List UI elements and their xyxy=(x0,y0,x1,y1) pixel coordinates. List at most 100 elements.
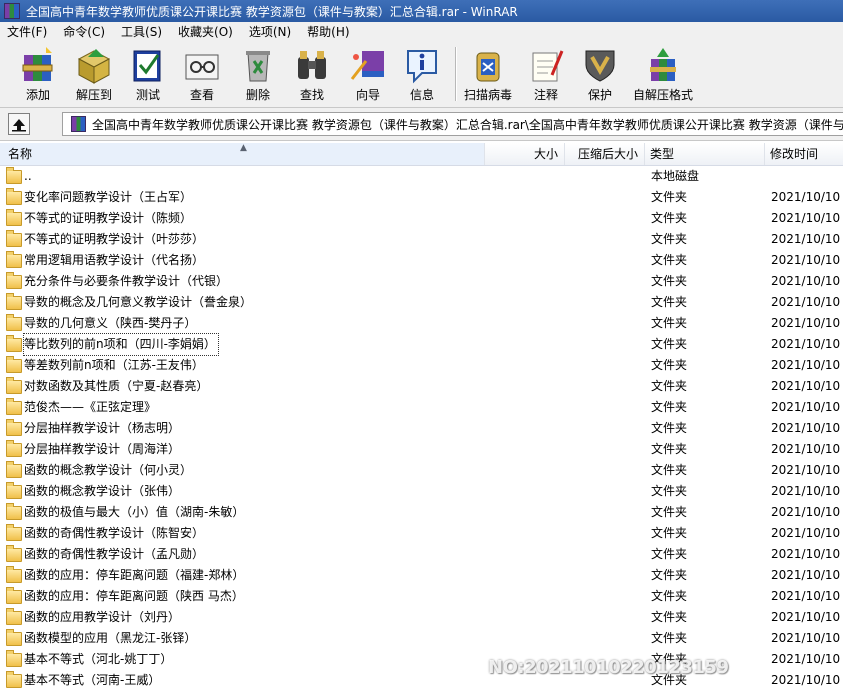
menu-tools[interactable]: 工具(S) xyxy=(114,23,171,40)
toolbar-separator xyxy=(455,47,456,101)
address-path-field[interactable]: 全国高中青年数学教师优质课公开课比赛 教学资源包（课件与教案）汇总合辑.rar\… xyxy=(62,112,843,136)
sfx-button[interactable]: 自解压格式 xyxy=(632,45,694,105)
file-name: 充分条件与必要条件教学设计（代银） xyxy=(24,274,229,288)
file-row[interactable]: 不等式的证明教学设计（叶莎莎） 文件夹 2021/10/10 ... xyxy=(0,229,843,250)
file-modified: 2021/10/10 ... xyxy=(771,547,843,561)
file-row[interactable]: 充分条件与必要条件教学设计（代银） 文件夹 2021/10/10 ... xyxy=(0,271,843,292)
protect-shield-icon xyxy=(585,50,615,82)
menu-help[interactable]: 帮助(H) xyxy=(300,23,358,40)
extract-folder-icon xyxy=(77,49,111,84)
file-type: 文件夹 xyxy=(651,400,688,414)
file-name: 函数的应用：停车距离问题（福建-郑林） xyxy=(24,568,245,582)
folder-icon xyxy=(6,272,22,289)
file-row[interactable]: .. 本地磁盘 xyxy=(0,166,843,187)
file-name: 函数模型的应用（黑龙江-张铎） xyxy=(24,631,197,645)
test-button[interactable]: 测试 xyxy=(128,45,168,105)
address-path: 全国高中青年数学教师优质课公开课比赛 教学资源包（课件与教案）汇总合辑.rar\… xyxy=(92,117,843,132)
archive-icon xyxy=(71,116,86,132)
file-row[interactable]: 函数的应用：停车距离问题（福建-郑林） 文件夹 2021/10/10 ... xyxy=(0,565,843,586)
file-row[interactable]: 函数的概念教学设计（张伟） 文件夹 2021/10/10 ... xyxy=(0,481,843,502)
extract-to-label: 解压到 xyxy=(75,88,112,102)
file-row[interactable]: 函数的概念教学设计（何小灵） 文件夹 2021/10/10 ... xyxy=(0,460,843,481)
test-label: 测试 xyxy=(135,88,160,102)
info-button[interactable]: 信息 xyxy=(402,45,442,105)
file-modified: 2021/10/10 ... xyxy=(771,400,843,414)
file-name: 等差数列前n项和（江苏-王友伟） xyxy=(24,358,204,372)
file-row[interactable]: 等比数列的前n项和（四川-李娟娟） 文件夹 2021/10/10 ... xyxy=(0,333,843,356)
file-type: 文件夹 xyxy=(651,190,688,204)
file-row[interactable]: 导数的概念及几何意义教学设计（誊金泉） 文件夹 2021/10/10 ... xyxy=(0,292,843,313)
file-type: 文件夹 xyxy=(651,421,688,435)
file-row[interactable]: 变化率问题教学设计（王占军） 文件夹 2021/10/10 ... xyxy=(0,187,843,208)
protect-button[interactable]: 保护 xyxy=(580,45,620,105)
file-row[interactable]: 函数的应用教学设计（刘丹） 文件夹 2021/10/10 ... xyxy=(0,607,843,628)
file-type: 文件夹 xyxy=(651,610,688,624)
file-row[interactable]: 分层抽样教学设计（周海洋） 文件夹 2021/10/10 ... xyxy=(0,439,843,460)
wizard-button[interactable]: 向导 xyxy=(346,45,390,105)
file-type: 文件夹 xyxy=(651,316,688,330)
file-row[interactable]: 对数函数及其性质（宁夏-赵春亮） 文件夹 2021/10/10 ... xyxy=(0,376,843,397)
file-row[interactable]: 函数的奇偶性教学设计（孟凡勋） 文件夹 2021/10/10 ... xyxy=(0,544,843,565)
file-name: 不等式的证明教学设计（陈频） xyxy=(24,211,193,225)
column-modified[interactable]: 修改时间 xyxy=(765,143,843,165)
add-button[interactable]: 添加 xyxy=(16,45,60,105)
menu-file[interactable]: 文件(F) xyxy=(0,23,56,40)
up-folder-button[interactable] xyxy=(8,113,30,135)
folder-icon xyxy=(6,335,22,352)
folder-icon xyxy=(6,587,22,604)
file-name: 常用逻辑用语教学设计（代名扬） xyxy=(24,253,205,267)
toolbar: 添加 解压到 测试 查看 删除 查找 向导 信息 扫描病毒 注释 保护 自解压格… xyxy=(0,41,843,108)
file-name: 变化率问题教学设计（王占军） xyxy=(24,190,193,204)
column-type[interactable]: 类型 xyxy=(645,143,765,165)
menu-bar: 文件(F) 命令(C) 工具(S) 收藏夹(O) 选项(N) 帮助(H) xyxy=(0,22,843,41)
file-type: 文件夹 xyxy=(651,253,688,267)
view-glasses-icon xyxy=(185,54,219,80)
file-modified: 2021/10/10 ... xyxy=(771,484,843,498)
file-row[interactable]: 函数模型的应用（黑龙江-张铎） 文件夹 2021/10/10 ... xyxy=(0,628,843,649)
extract-to-button[interactable]: 解压到 xyxy=(72,45,116,105)
file-modified: 2021/10/10 ... xyxy=(771,673,843,687)
menu-favorites[interactable]: 收藏夹(O) xyxy=(171,23,242,40)
menu-options[interactable]: 选项(N) xyxy=(242,23,300,40)
winrar-app-icon[interactable] xyxy=(4,3,20,19)
file-row[interactable]: 范俊杰——《正弦定理》 文件夹 2021/10/10 ... xyxy=(0,397,843,418)
view-button[interactable]: 查看 xyxy=(182,45,222,105)
file-row[interactable]: 等差数列前n项和（江苏-王友伟） 文件夹 2021/10/10 ... xyxy=(0,355,843,376)
binoculars-icon xyxy=(298,51,326,79)
file-row[interactable]: 函数的奇偶性教学设计（陈智安） 文件夹 2021/10/10 ... xyxy=(0,523,843,544)
file-type: 本地磁盘 xyxy=(651,169,700,183)
column-name[interactable]: 名称 ▲ xyxy=(0,143,485,165)
file-modified: 2021/10/10 ... xyxy=(771,379,843,393)
up-arrow-icon xyxy=(12,119,26,132)
file-modified: 2021/10/10 ... xyxy=(771,295,843,309)
column-header: 名称 ▲ 大小 压缩后大小 类型 修改时间 xyxy=(0,143,843,166)
file-name: 函数的极值与最大（小）值（湖南-朱敏） xyxy=(24,505,245,519)
column-packed-size[interactable]: 压缩后大小 xyxy=(565,143,645,165)
delete-button[interactable]: 删除 xyxy=(238,45,278,105)
wizard-icon xyxy=(350,51,384,80)
file-row[interactable]: 分层抽样教学设计（杨志明） 文件夹 2021/10/10 ... xyxy=(0,418,843,439)
file-row[interactable]: 常用逻辑用语教学设计（代名扬） 文件夹 2021/10/10 ... xyxy=(0,250,843,271)
virus-scan-label: 扫描病毒 xyxy=(463,88,512,102)
file-type: 文件夹 xyxy=(651,379,688,393)
comment-button[interactable]: 注释 xyxy=(526,45,566,105)
virus-scan-button[interactable]: 扫描病毒 xyxy=(462,45,514,105)
folder-icon xyxy=(6,377,22,394)
folder-icon xyxy=(6,356,22,373)
file-modified: 2021/10/10 ... xyxy=(771,442,843,456)
file-row[interactable]: 函数的极值与最大（小）值（湖南-朱敏） 文件夹 2021/10/10 ... xyxy=(0,502,843,523)
file-row[interactable]: 不等式的证明教学设计（陈频） 文件夹 2021/10/10 ... xyxy=(0,208,843,229)
file-row[interactable]: 导数的几何意义（陕西-樊丹子） 文件夹 2021/10/10 ... xyxy=(0,313,843,334)
title-bar[interactable]: 全国高中青年数学教师优质课公开课比赛 教学资源包（课件与教案）汇总合辑.rar … xyxy=(0,0,843,22)
folder-icon xyxy=(6,251,22,268)
column-size[interactable]: 大小 xyxy=(485,143,565,165)
folder-icon xyxy=(6,482,22,499)
file-modified: 2021/10/10 ... xyxy=(771,337,843,351)
file-name: 函数的奇偶性教学设计（陈智安） xyxy=(24,526,205,540)
menu-commands[interactable]: 命令(C) xyxy=(56,23,114,40)
file-name: 不等式的证明教学设计（叶莎莎） xyxy=(24,232,205,246)
file-modified: 2021/10/10 ... xyxy=(771,505,843,519)
file-row[interactable]: 函数的应用：停车距离问题（陕西 马杰） 文件夹 2021/10/10 ... xyxy=(0,586,843,607)
find-button[interactable]: 查找 xyxy=(292,45,332,105)
file-name: .. xyxy=(24,169,32,183)
